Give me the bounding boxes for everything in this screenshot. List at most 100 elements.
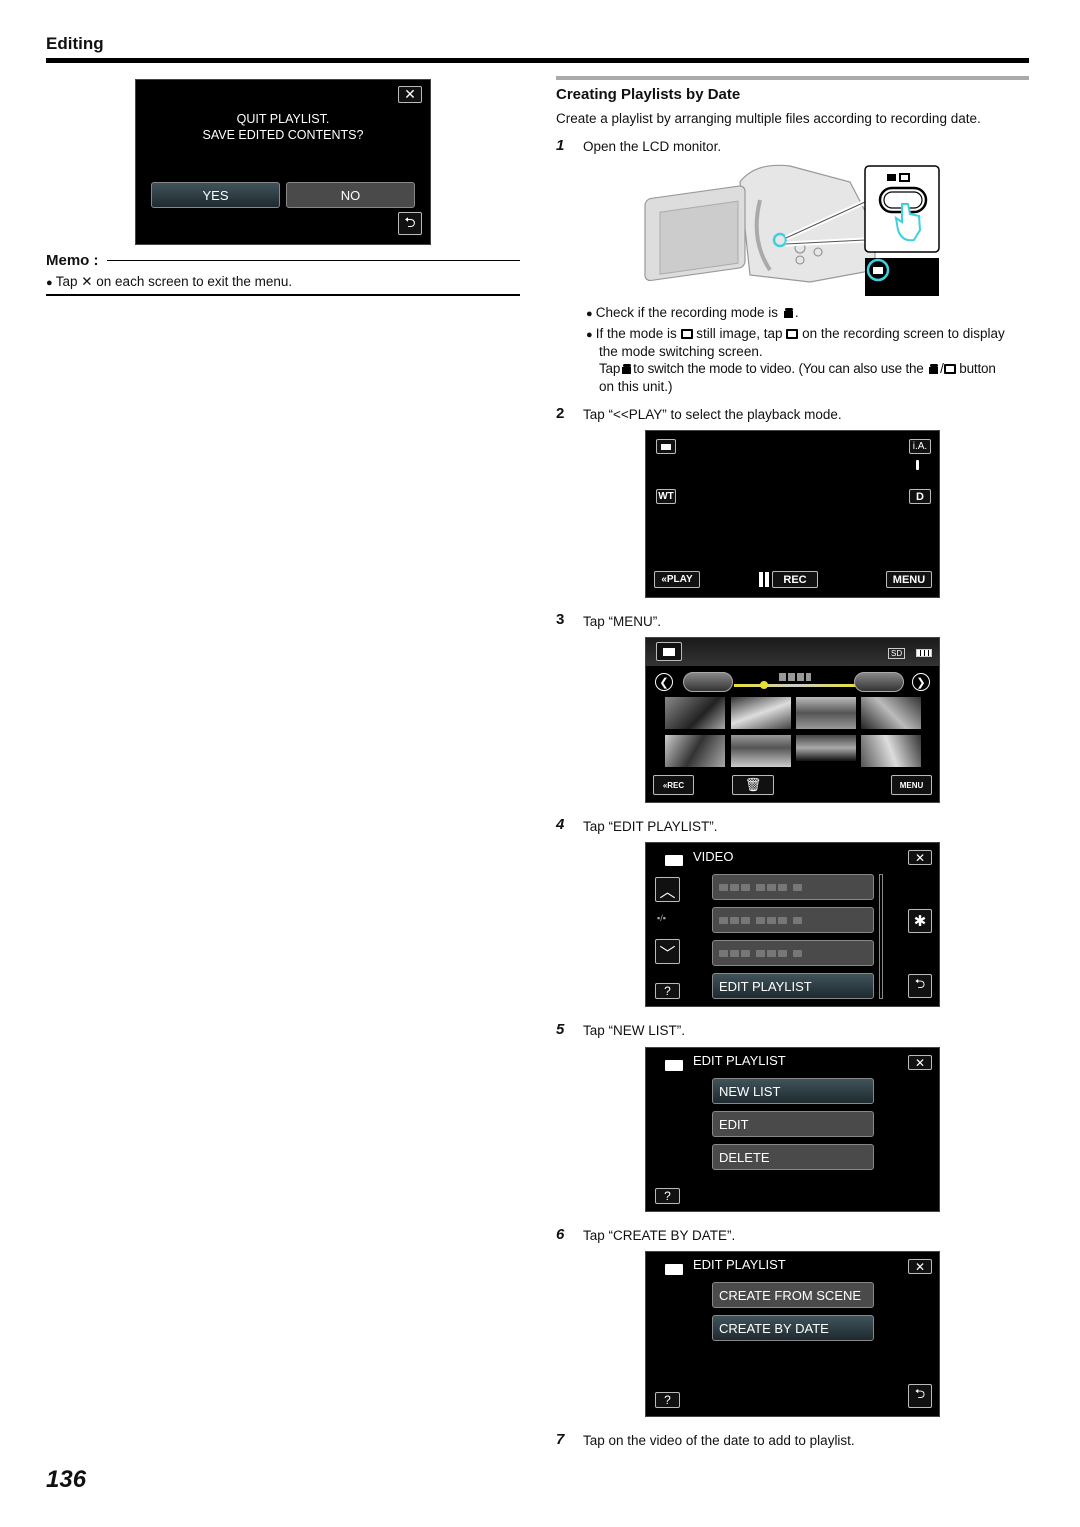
prev-arrow-button[interactable]: ❮ [655,673,673,691]
memo-bullet: ● Tap ✕ on each screen to exit the menu. [46,274,293,289]
scroll-down-button[interactable]: ﹀ [655,939,680,964]
bullet-line: the mode switching screen. [599,344,763,359]
video-mode-icon [782,308,795,318]
video-thumbnail[interactable] [861,735,921,767]
video-thumbnail[interactable] [796,697,856,729]
help-button[interactable]: ? [655,1188,680,1204]
step-number: 4 [556,816,565,833]
video-camera-icon [665,1264,683,1275]
lcd-mode-indicator [865,258,939,296]
scroll-up-button[interactable]: ︿ [655,877,680,902]
step-text: Tap “NEW LIST”. [583,1023,686,1038]
step-number: 7 [556,1431,565,1448]
subsection-title: Creating Playlists by Date [556,86,741,103]
recording-screen: i.A. WT D «PLAY REC MENU [645,430,940,598]
close-icon[interactable]: ✕ [908,1259,932,1274]
video-mode-button[interactable] [656,439,676,454]
sd-icon: SD [888,648,906,659]
settings-gear-icon[interactable]: ✱ [908,909,932,933]
bullet-check-mode: ● Check if the recording mode is . [586,305,799,320]
scene-icon [916,460,919,470]
close-icon[interactable]: ✕ [398,86,422,103]
menu-button[interactable]: MENU [891,775,932,795]
bullet-text: Check if the recording mode is [595,305,779,320]
bullet-text: button [959,361,996,376]
video-thumbnail[interactable] [796,735,856,761]
step-number: 3 [556,611,565,628]
yes-button[interactable]: YES [151,182,280,208]
timeline-bar[interactable] [734,684,858,687]
step-text: Tap “<<PLAY” to select the playback mode… [583,407,842,422]
video-mode-icon [620,364,633,374]
dialog-message-line2: SAVE EDITED CONTENTS? [202,128,364,142]
menu-item-blurred[interactable] [712,940,874,966]
video-thumbnail[interactable] [665,697,725,729]
bullet-text: If the mode is [595,326,677,341]
no-button[interactable]: NO [286,182,415,208]
still-image-icon [786,329,799,339]
pause-icon-bar [765,572,769,587]
memo-divider [107,260,520,261]
video-camera-icon [665,1060,683,1071]
menu-item-create-from-scene[interactable]: CREATE FROM SCENE [712,1282,874,1308]
video-camera-icon [665,855,683,866]
memo-bottom-rule [46,294,520,296]
intro-text: Create a playlist by arranging multiple … [556,111,981,126]
menu-item-new-list[interactable]: NEW LIST [712,1078,874,1104]
menu-item-blurred[interactable] [712,907,874,933]
close-icon[interactable]: ✕ [908,850,932,865]
ia-button[interactable]: i.A. [909,439,931,454]
rec-button[interactable]: REC [772,571,818,588]
video-thumbnail[interactable] [861,697,921,729]
menu-button[interactable]: MENU [886,571,932,588]
menu-item-edit[interactable]: EDIT [712,1111,874,1137]
edit-playlist-screen: EDIT PLAYLIST ✕ NEW LIST EDIT DELETE ? [645,1047,940,1212]
return-icon[interactable]: ⮌ [908,974,932,998]
date-label [779,673,811,681]
menu-item-create-by-date[interactable]: CREATE BY DATE [712,1315,874,1341]
wt-button[interactable]: WT [656,489,676,504]
memo-label: Memo : [46,252,99,269]
step-text: Tap “MENU”. [583,614,662,629]
page-number: 136 [46,1466,87,1493]
step-text: Tap “CREATE BY DATE”. [583,1228,736,1243]
prev-date-button[interactable] [683,672,733,692]
video-thumbnail[interactable] [665,735,725,767]
timeline-marker[interactable] [760,681,768,689]
step-number: 6 [556,1226,565,1243]
bullet-text: on the recording screen to display [802,326,1005,341]
bullet-text: Tap [599,361,621,376]
quit-playlist-screen: ✕ QUIT PLAYLIST. SAVE EDITED CONTENTS? Y… [135,79,431,245]
close-icon[interactable]: ✕ [908,1055,932,1070]
dialog-message-line1: QUIT PLAYLIST. [236,112,330,126]
video-mode-button[interactable] [656,642,682,661]
rec-button[interactable]: «REC [653,775,694,795]
video-thumbnail[interactable] [731,735,791,767]
d-button[interactable]: D [909,489,931,504]
help-button[interactable]: ? [655,1392,680,1408]
next-arrow-button[interactable]: ❯ [912,673,930,691]
step-number: 1 [556,137,565,154]
scrollbar[interactable] [879,874,883,999]
menu-item-delete[interactable]: DELETE [712,1144,874,1170]
return-icon[interactable]: ⮌ [908,1384,932,1408]
menu-title: EDIT PLAYLIST [693,1257,786,1272]
video-menu-screen: VIDEO ✕ ︿ ▪/▪ ﹀ ? EDIT PLAYLIST ✱ ⮌ [645,842,940,1007]
return-icon[interactable]: ⮌ [398,212,422,235]
menu-item-edit-playlist[interactable]: EDIT PLAYLIST [712,973,874,999]
trash-icon[interactable]: 🗑 [732,775,774,795]
help-button[interactable]: ? [655,983,680,999]
menu-item-blurred[interactable] [712,874,874,900]
play-button[interactable]: «PLAY [654,571,700,588]
pause-icon [759,572,763,587]
step-text: Tap “EDIT PLAYLIST”. [583,819,718,834]
bullet-text: . [794,305,799,320]
still-image-icon [943,364,956,374]
step-number: 2 [556,405,565,422]
video-thumbnail[interactable] [731,697,791,729]
step-text: Tap on the video of the date to add to p… [583,1433,855,1448]
next-date-button[interactable] [854,672,904,692]
header-rule [46,58,1029,63]
create-playlist-screen: EDIT PLAYLIST ✕ CREATE FROM SCENE CREATE… [645,1251,940,1417]
bullet-text: still image, tap [696,326,783,341]
